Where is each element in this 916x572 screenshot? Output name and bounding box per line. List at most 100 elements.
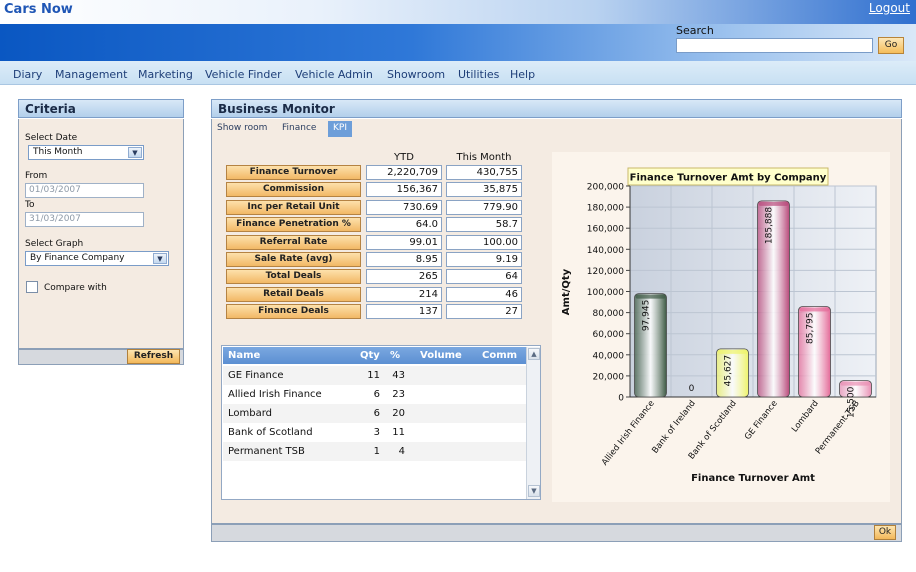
scroll-up-icon[interactable]: ▲ [528,348,540,360]
search-input[interactable] [676,38,873,53]
grid-scrollbar[interactable]: ▲ ▼ [526,347,540,499]
bar-value-label: 45,627 [724,355,734,387]
table-row[interactable]: Lombard 6 20 [223,404,526,423]
table-row[interactable]: Allied Irish Finance 6 23 [223,385,526,404]
finance-company-grid: Name Qty % Volume Comm GE Finance 11 43 … [221,345,541,500]
logout-link[interactable]: Logout [869,1,910,15]
criteria-title: Criteria [25,102,76,116]
row-qty: 3 [373,427,380,438]
y-tick-label: 160,000 [587,225,624,235]
kpi-col-ytd: YTD [394,152,414,163]
col-name[interactable]: Name [228,350,260,361]
row-pct: 23 [392,389,405,400]
go-button[interactable]: Go [878,37,904,54]
row-pct: 20 [392,408,405,419]
select-graph-dropdown[interactable]: By Finance Company ▼ [25,251,169,266]
col-comm[interactable]: Comm [482,350,517,361]
kpi-label-sale-rate: Sale Rate (avg) [226,252,361,267]
bar-value-label: 85,795 [806,312,816,344]
chart-y-axis-label: Amt/Qty [561,268,572,315]
row-name: Permanent TSB [228,446,305,457]
select-date-label: Select Date [25,133,78,143]
from-date-input[interactable]: 01/03/2007 [25,183,144,198]
kpi-month-value: 9.19 [446,252,522,267]
criteria-header: Criteria [18,99,184,118]
top-bar [0,0,916,24]
kpi-ytd-value: 730.69 [366,200,442,215]
row-qty: 6 [373,389,380,400]
row-pct: 43 [392,370,405,381]
tab-finance[interactable]: Finance [277,121,321,137]
table-row[interactable]: Permanent TSB 1 4 [223,442,526,461]
bar-cap [635,294,666,299]
select-date-dropdown[interactable]: This Month ▼ [28,145,144,160]
to-date-input[interactable]: 31/03/2007 [25,212,144,227]
ok-button[interactable]: Ok [874,525,896,540]
row-name: Allied Irish Finance [228,389,322,400]
y-tick-label: 140,000 [587,246,624,256]
bar-value-label: 0 [689,384,695,394]
kpi-ytd-value: 265 [366,269,442,284]
table-row[interactable]: GE Finance 11 43 [223,366,526,385]
menu-item-showroom[interactable]: Showroom [387,68,445,81]
row-name: Lombard [228,408,273,419]
menu-item-vehicle-finder[interactable]: Vehicle Finder [205,68,282,81]
compare-checkbox[interactable] [26,281,38,293]
x-tick-label: Bank of Ireland [650,399,697,456]
menu-item-help[interactable]: Help [510,68,535,81]
kpi-label-finance-penetration: Finance Penetration % [226,217,361,232]
chevron-down-icon: ▼ [128,147,142,158]
x-tick-label: Permanent TSB [814,399,862,457]
refresh-button[interactable]: Refresh [127,349,180,364]
y-tick-label: 200,000 [587,183,624,193]
kpi-label-finance-deals: Finance Deals [226,304,361,319]
chart-x-ticks: Allied Irish FinanceBank of IrelandBank … [600,399,862,468]
bar-value-label: 185,888 [765,207,775,244]
select-graph-value: By Finance Company [30,253,125,263]
scroll-down-icon[interactable]: ▼ [528,485,540,497]
table-row[interactable]: Bank of Scotland 3 11 [223,423,526,442]
row-qty: 11 [367,370,380,381]
kpi-label-finance-turnover: Finance Turnover [226,165,361,180]
x-tick-label: GE Finance [743,399,780,442]
row-name: GE Finance [228,370,284,381]
y-tick-label: 20,000 [593,372,625,382]
bar-cap [758,201,789,206]
y-tick-label: 180,000 [587,204,624,214]
y-tick-label: 0 [618,394,624,404]
compare-label: Compare with [44,283,107,293]
from-label: From [25,171,48,181]
row-name: Bank of Scotland [228,427,313,438]
app-title: Cars Now [4,2,73,17]
kpi-ytd-value: 2,220,709 [366,165,442,180]
main-menu: Diary Management Marketing Vehicle Finde… [0,61,916,85]
bar-cap [717,349,748,354]
row-qty: 6 [373,408,380,419]
y-tick-label: 80,000 [593,309,625,319]
kpi-label-inc-per-retail-unit: Inc per Retail Unit [226,200,361,215]
menu-item-vehicle-admin[interactable]: Vehicle Admin [295,68,373,81]
menu-item-diary[interactable]: Diary [13,68,42,81]
col-volume[interactable]: Volume [420,350,462,361]
y-tick-label: 100,000 [587,288,624,298]
kpi-label-retail-deals: Retail Deals [226,287,361,302]
bar-value-label: 97,945 [642,300,652,332]
kpi-label-referral-rate: Referral Rate [226,235,361,250]
search-label: Search [676,24,714,37]
kpi-month-value: 430,755 [446,165,522,180]
menu-item-marketing[interactable]: Marketing [138,68,193,81]
kpi-month-value: 35,875 [446,182,522,197]
kpi-month-value: 27 [446,304,522,319]
col-pct[interactable]: % [390,350,400,361]
kpi-label-commission: Commission [226,182,361,197]
kpi-month-value: 100.00 [446,235,522,250]
select-date-value: This Month [33,147,83,157]
tab-kpi[interactable]: KPI [328,121,352,137]
menu-item-utilities[interactable]: Utilities [458,68,499,81]
select-graph-label: Select Graph [25,239,84,249]
col-qty[interactable]: Qty [360,350,380,361]
kpi-ytd-value: 99.01 [366,235,442,250]
chart-x-axis-label: Finance Turnover Amt [691,473,815,484]
tab-show-room[interactable]: Show room [212,121,272,137]
menu-item-management[interactable]: Management [55,68,127,81]
